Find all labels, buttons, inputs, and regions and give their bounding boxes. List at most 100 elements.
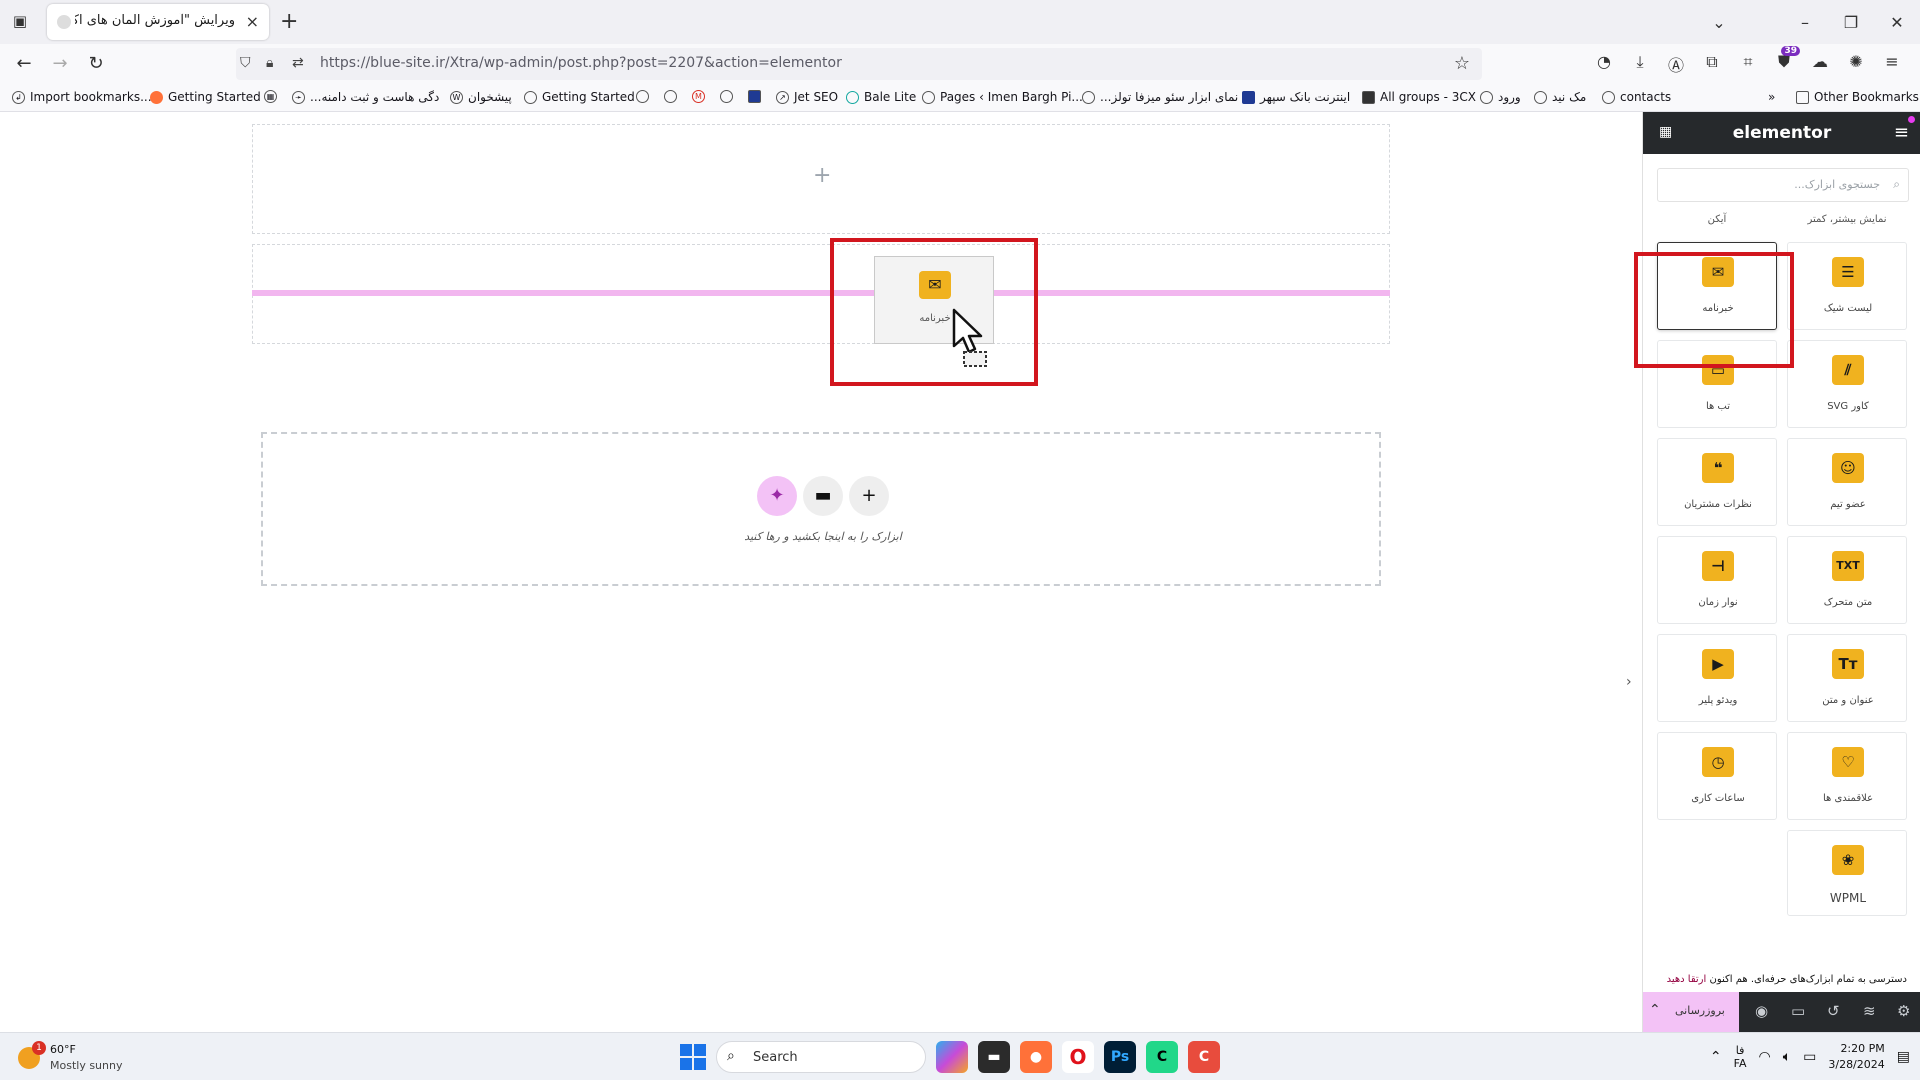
window-close-icon[interactable]: ✕: [1874, 13, 1920, 32]
url-bar[interactable]: ⛉ 🔒︎ ⇄ https://blue-site.ir/Xtra/wp-admi…: [236, 48, 1482, 80]
vpn-icon[interactable]: ☁: [1802, 52, 1838, 76]
widget-search-input[interactable]: جستجوی ابزارک... ⌕: [1657, 168, 1909, 202]
wifi-icon[interactable]: ◠: [1759, 1049, 1771, 1065]
update-button[interactable]: ⌃ بروزرسانی: [1643, 992, 1739, 1032]
camtasia-icon[interactable]: C: [1188, 1041, 1220, 1073]
bookmark-globe-2[interactable]: [664, 90, 677, 103]
upgrade-link[interactable]: ارتقا دهید: [1667, 974, 1707, 985]
bookmark-jet-seo[interactable]: ↗ Jet SEO: [776, 90, 838, 104]
firefox-icon[interactable]: ●: [1020, 1041, 1052, 1073]
bookmark-mac[interactable]: مک نید: [1534, 90, 1586, 104]
elementor-panel: ▦ elementor ≡ جستجوی ابزارک... ⌕ آیکن نم…: [1642, 112, 1920, 1032]
widget-testimonials[interactable]: ❝ نظرات مشتریان: [1657, 438, 1777, 526]
widget-business-hours[interactable]: ◷ ساعات کاری: [1657, 732, 1777, 820]
tab-overflow-chevron-icon[interactable]: ⌄: [1696, 13, 1742, 32]
add-section-button[interactable]: +: [849, 476, 889, 516]
history-icon[interactable]: ↺: [1827, 1002, 1840, 1020]
widget-svg-cover[interactable]: ⫽ کاور SVG: [1787, 340, 1907, 428]
url-text[interactable]: https://blue-site.ir/Xtra/wp-admin/post.…: [320, 55, 842, 71]
copilot-icon[interactable]: [936, 1041, 968, 1073]
add-new-section-area[interactable]: ✦ ▬ + ابزارک را به اینجا بکشید و رها کنی…: [261, 432, 1381, 586]
bookmark-sepehr-bank[interactable]: اینترنت بانک سپهر: [1242, 90, 1350, 104]
battery-icon[interactable]: ▭: [1803, 1049, 1816, 1065]
bookmark-contacts[interactable]: contacts: [1602, 90, 1671, 104]
extensions-icon[interactable]: ⧉: [1694, 52, 1730, 76]
bookmark-other[interactable]: Other Bookmarks: [1796, 90, 1919, 104]
widget-timeline[interactable]: ⊣ نوار زمان: [1657, 536, 1777, 624]
clock[interactable]: 2:20 PM 3/28/2024: [1828, 1041, 1884, 1073]
widget-heading-text[interactable]: Tт عنوان و متن: [1787, 634, 1907, 722]
tab-list-icon[interactable]: ▣: [10, 12, 30, 32]
opera-icon[interactable]: O: [1062, 1041, 1094, 1073]
shield-icon[interactable]: ⛉: [240, 55, 251, 71]
widget-animated-text[interactable]: TXT متن متحرک: [1787, 536, 1907, 624]
app-menu-icon[interactable]: ≡: [1874, 52, 1910, 76]
volume-icon[interactable]: 🔈︎: [1783, 1049, 1791, 1065]
ai-sparkle-button[interactable]: ✦: [757, 476, 797, 516]
settings-gear-icon[interactable]: ⚙: [1897, 1002, 1910, 1020]
bookmark-hosting[interactable]: ➛ ...دگی هاست و ثبت دامنه: [292, 90, 439, 104]
update-label: بروزرسانی: [1675, 1004, 1725, 1017]
bookmark-getting-started-2[interactable]: Getting Started: [524, 90, 635, 104]
restore-icon[interactable]: ❐: [1828, 13, 1874, 32]
color-extension-icon[interactable]: ✺: [1838, 52, 1874, 76]
bookmarks-overflow-icon[interactable]: »: [1768, 90, 1775, 104]
language-indicator[interactable]: فا FA: [1734, 1044, 1747, 1070]
search-icon: ⌕: [1893, 177, 1900, 191]
widget-team-member[interactable]: ☺ عضو تیم: [1787, 438, 1907, 526]
widget-wishlist[interactable]: ♡ علاقمندی ها: [1787, 732, 1907, 820]
bookmark-pages[interactable]: Pages ‹ Imen Bargh Pi...: [922, 90, 1083, 104]
forward-arrow-icon[interactable]: →: [48, 52, 72, 76]
account-icon[interactable]: Ⓐ: [1658, 52, 1694, 76]
bookmark-bale[interactable]: Bale Lite: [846, 90, 916, 104]
responsive-icon[interactable]: ▭: [1791, 1002, 1805, 1020]
bookmark-getting-started[interactable]: Getting Started: [150, 90, 261, 104]
tray-overflow-chevron-icon[interactable]: ⌃: [1710, 1049, 1722, 1065]
bookmark-globe-3[interactable]: [720, 90, 733, 103]
new-tab-icon[interactable]: +: [280, 9, 298, 34]
bookmark-3cx[interactable]: All groups - 3CX: [1362, 90, 1476, 104]
widget-label-read-more[interactable]: نمایش بیشتر، کمتر: [1787, 214, 1907, 225]
chevron-up-icon[interactable]: ⌃: [1649, 1002, 1661, 1018]
downloads-icon[interactable]: ⤓: [1622, 52, 1658, 76]
windows-taskbar: 1 60°F Mostly sunny ⌕ Search ▬ ● O Ps C …: [0, 1032, 1920, 1080]
widget-label-icon[interactable]: آیکن: [1657, 214, 1777, 225]
navigator-layers-icon[interactable]: ≋: [1863, 1002, 1876, 1020]
photoshop-icon[interactable]: Ps: [1104, 1041, 1136, 1073]
pycharm-icon[interactable]: C: [1146, 1041, 1178, 1073]
minimize-icon[interactable]: –: [1782, 13, 1828, 32]
notifications-icon[interactable]: ▤: [1897, 1049, 1910, 1065]
add-element-icon[interactable]: +: [813, 163, 831, 188]
file-explorer-icon[interactable]: ▬: [978, 1041, 1010, 1073]
widget-video-player[interactable]: ▶ ویدئو پلیر: [1657, 634, 1777, 722]
back-arrow-icon[interactable]: ←: [12, 52, 36, 76]
permissions-icon[interactable]: ⇄: [292, 55, 304, 71]
bookmark-seo-tools[interactable]: ...نمای ابزار سئو میزفا تولز: [1082, 90, 1238, 104]
extension-shield-icon[interactable]: ⛊ 39: [1766, 46, 1802, 76]
bookmark-login[interactable]: ورود: [1480, 90, 1521, 104]
panel-collapse-chevron-icon[interactable]: ›: [1626, 674, 1632, 690]
bookmark-globe-1[interactable]: [636, 90, 649, 103]
windows-start-icon[interactable]: [680, 1044, 706, 1070]
bookmark-gmail[interactable]: M: [692, 90, 705, 103]
template-library-button[interactable]: ▬: [803, 476, 843, 516]
tab-close-icon[interactable]: ×: [246, 12, 259, 31]
widget-stylish-list[interactable]: ☰ لیست شیک: [1787, 242, 1907, 330]
bookmark-app[interactable]: [748, 90, 761, 103]
pocket-icon[interactable]: ◔: [1586, 52, 1622, 76]
reload-icon[interactable]: ↻: [84, 52, 108, 76]
browser-tab-active[interactable]: ویرایش "آموزش المان های اکسترا - ×: [47, 4, 269, 40]
lock-icon[interactable]: 🔒︎: [266, 55, 273, 71]
empty-section[interactable]: +: [252, 124, 1390, 234]
bookmark-calendar[interactable]: ▦: [264, 90, 277, 103]
bookmark-label: Jet SEO: [794, 90, 839, 104]
preview-eye-icon[interactable]: ◉: [1755, 1002, 1768, 1020]
bookmark-star-icon[interactable]: ☆: [1454, 53, 1470, 74]
widget-wpml[interactable]: ❀ WPML: [1787, 830, 1907, 916]
hamburger-menu-icon[interactable]: ≡: [1894, 122, 1909, 143]
bookmark-dashboard[interactable]: W پیشخوان: [450, 90, 512, 104]
bookmark-import[interactable]: ↲ Import bookmarks...: [12, 90, 152, 104]
taskbar-search[interactable]: ⌕ Search: [716, 1041, 926, 1073]
globe-icon: [1602, 90, 1615, 104]
crop-icon[interactable]: ⌗: [1730, 52, 1766, 76]
